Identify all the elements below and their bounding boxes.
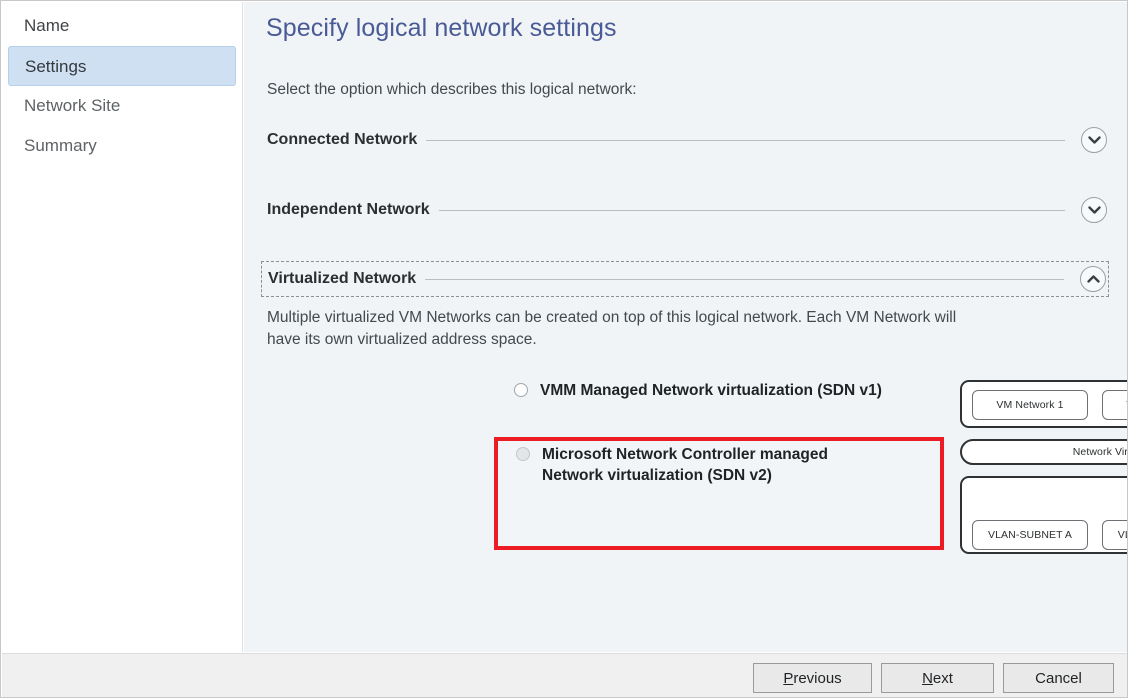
diagram-chip-vm-network-1: VM Network 1	[972, 390, 1088, 420]
section-independent-network[interactable]: Independent Network	[261, 192, 1109, 228]
section-label: Connected Network	[267, 131, 427, 149]
next-button-label: ext	[932, 669, 953, 687]
cancel-button-label: Cancel	[1035, 669, 1082, 687]
previous-button[interactable]: Previous	[753, 663, 872, 693]
diagram-vlan-subnets-row: VLAN-SUBNET A VLAN-SUBNET B •••	[962, 512, 1127, 558]
sidebar-item-label: Name	[24, 16, 70, 35]
diagram-chip-vlan-subnet-a: VLAN-SUBNET A	[972, 520, 1088, 550]
sidebar-item-label: Summary	[24, 136, 97, 155]
intro-instruction: Select the option which describes this l…	[267, 81, 637, 98]
network-virtualization-diagram: VM Network 1 VM Network 2 ••• Network Vi…	[960, 380, 1128, 554]
radio-option-label: VMM Managed Network virtualization (SDN …	[540, 382, 882, 399]
sidebar-item-label: Network Site	[24, 96, 121, 115]
radio-option-label: Microsoft Network Controller managed Net…	[542, 446, 828, 484]
diagram-logical-network-box: Logical Network VLAN-SUBNET A VLAN-SUBNE…	[960, 476, 1127, 554]
wizard-footer: Previous Next Cancel	[2, 653, 1127, 697]
chevron-down-icon	[1082, 198, 1106, 222]
diagram-vm-networks-row: VM Network 1 VM Network 2 •••	[962, 382, 1127, 428]
diagram-network-virtualization-box: Network Virtualization	[960, 439, 1128, 465]
section-label: Independent Network	[267, 201, 439, 219]
radio-button-icon[interactable]	[516, 447, 530, 461]
section-virtualized-network[interactable]: Virtualized Network	[261, 261, 1109, 297]
cancel-button[interactable]: Cancel	[1003, 663, 1114, 693]
next-button[interactable]: Next	[881, 663, 994, 693]
sidebar-item-settings[interactable]: Settings	[8, 46, 236, 86]
previous-button-accel: P	[783, 669, 794, 687]
wizard-dialog: Name Settings Network Site Summary Speci…	[0, 0, 1128, 698]
sidebar-item-network-site[interactable]: Network Site	[8, 86, 236, 126]
diagram-network-virtualization-label: Network Virtualization	[1072, 446, 1128, 458]
section-toggle-virtualized-network[interactable]	[1080, 266, 1106, 292]
sidebar-item-name[interactable]: Name	[8, 6, 236, 46]
wizard-sidebar: Name Settings Network Site Summary	[2, 2, 243, 652]
diagram-chip-vm-network-2: VM Network 2	[1102, 390, 1127, 420]
sidebar-item-label: Settings	[25, 57, 87, 76]
chevron-up-icon	[1081, 267, 1105, 291]
wizard-main-panel: Specify logical network settings Select …	[244, 2, 1128, 652]
section-label: Virtualized Network	[268, 270, 426, 288]
chevron-down-icon	[1082, 128, 1106, 152]
section-toggle-connected-network[interactable]	[1081, 127, 1107, 153]
sidebar-item-summary[interactable]: Summary	[8, 126, 236, 166]
previous-button-label: revious	[793, 669, 842, 687]
page-title: Specify logical network settings	[266, 14, 617, 42]
radio-button-icon[interactable]	[514, 383, 528, 397]
diagram-chip-vlan-subnet-b: VLAN-SUBNET B	[1102, 520, 1127, 550]
section-connected-network[interactable]: Connected Network	[261, 122, 1109, 158]
virtualized-description: Multiple virtualized VM Networks can be …	[267, 309, 957, 348]
section-toggle-independent-network[interactable]	[1081, 197, 1107, 223]
next-button-accel: N	[922, 669, 933, 687]
diagram-vm-networks-box: VM Network 1 VM Network 2 •••	[960, 380, 1127, 428]
